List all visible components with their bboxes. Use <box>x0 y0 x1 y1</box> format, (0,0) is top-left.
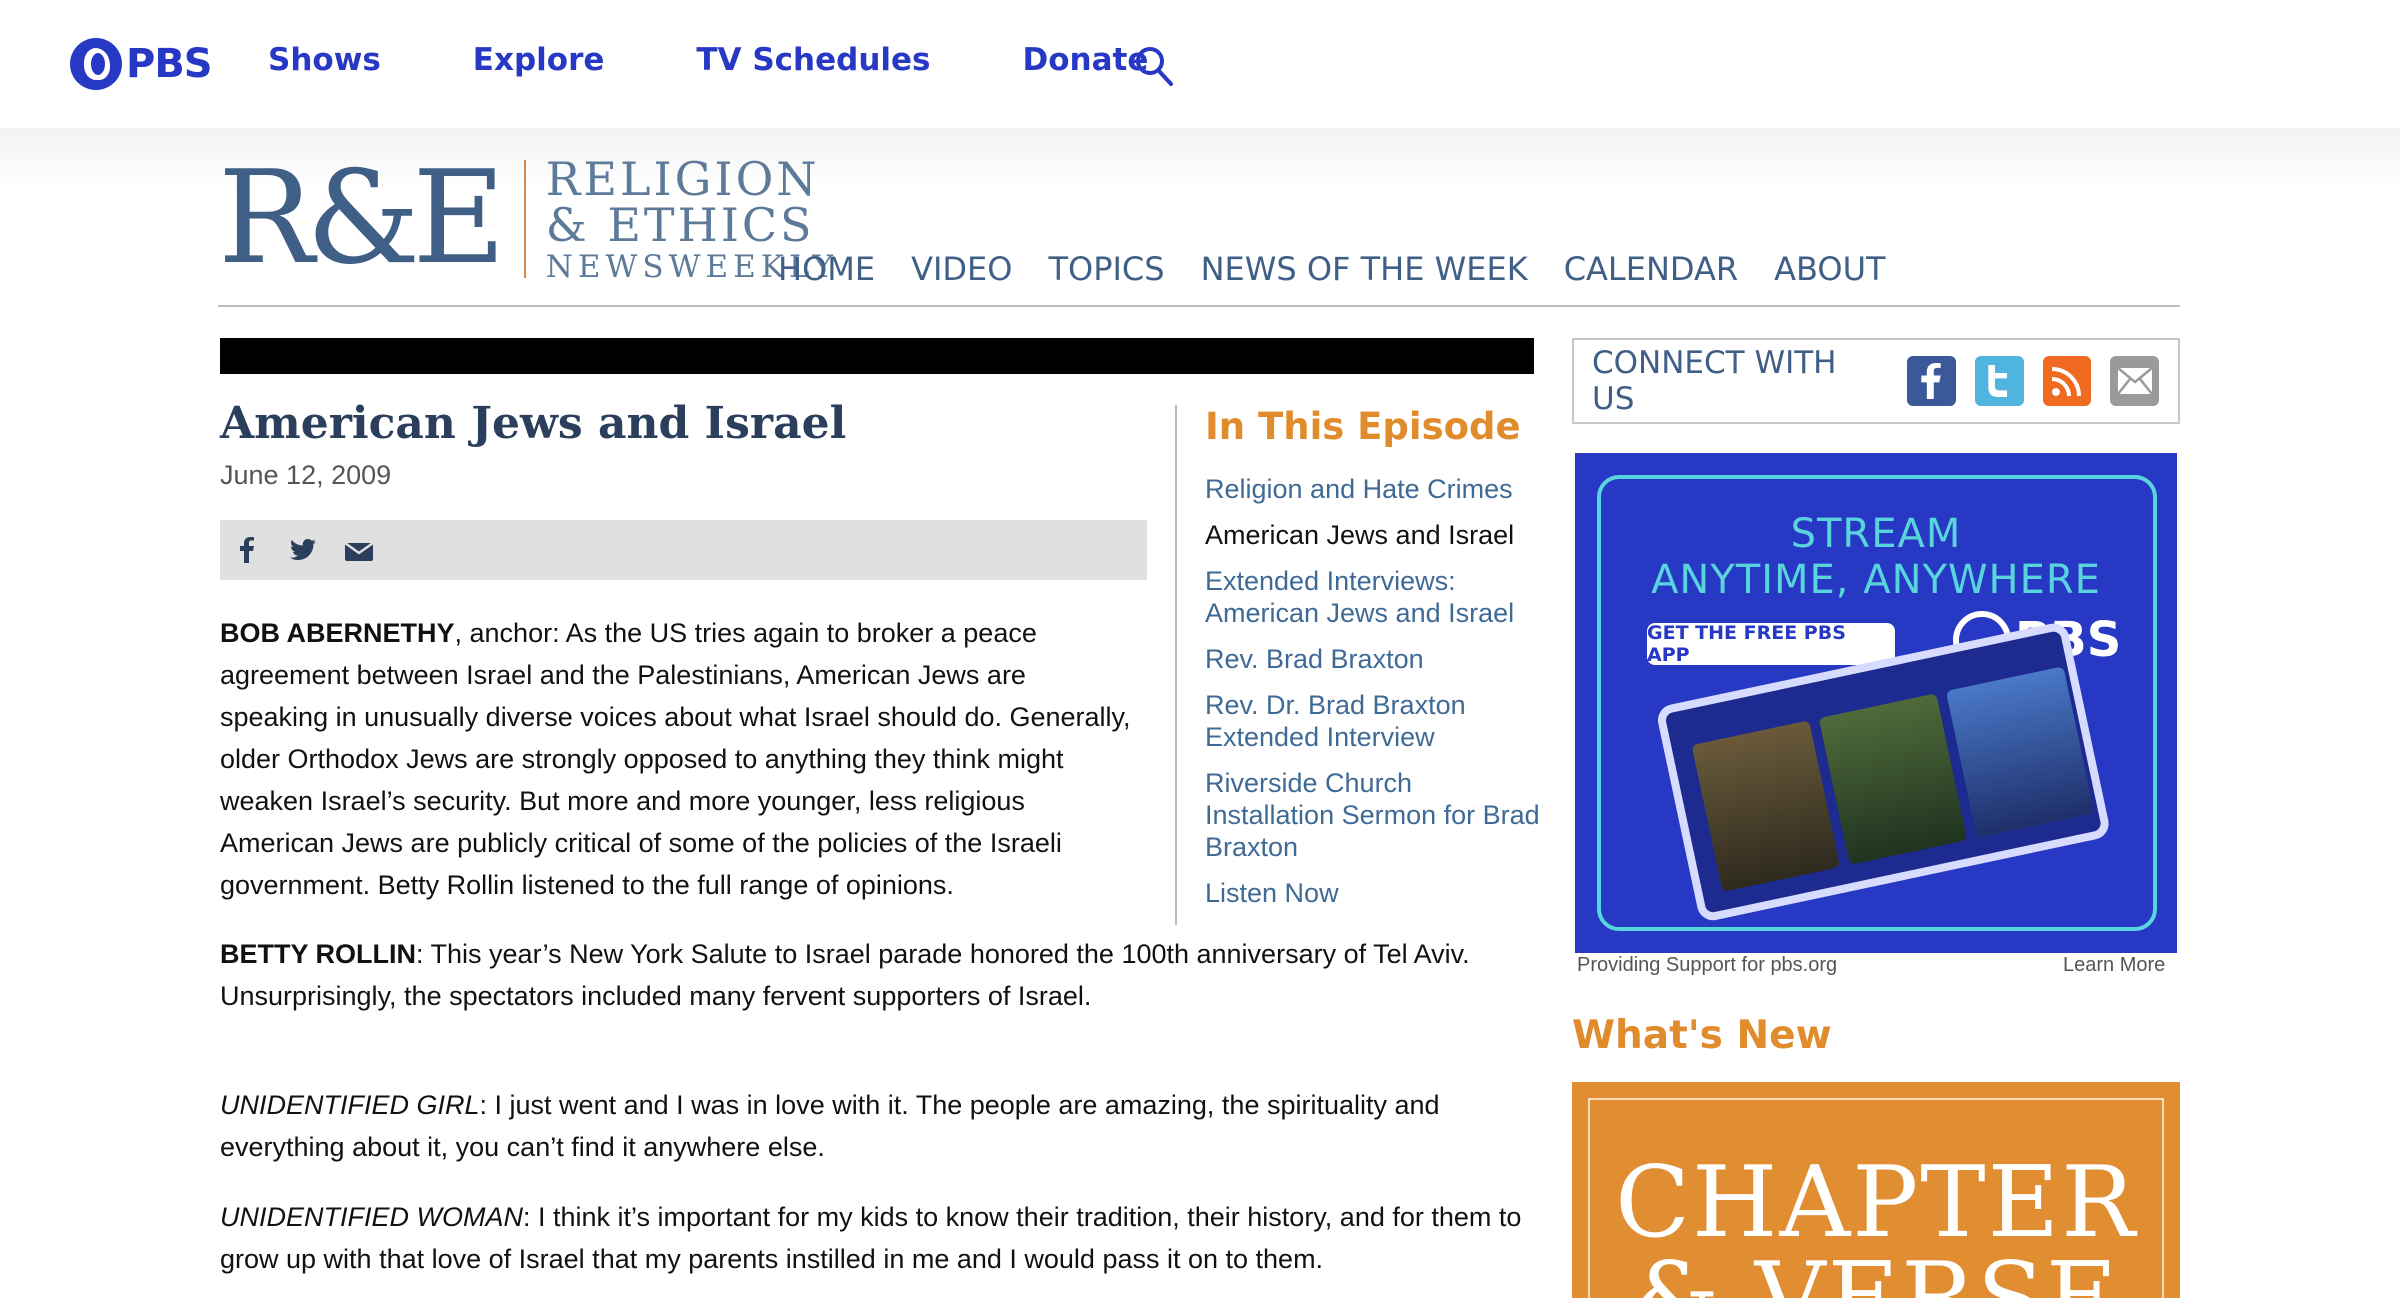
ad-title: STREAM ANYTIME, ANYWHERE <box>1575 511 2177 603</box>
logo-divider <box>523 160 526 278</box>
search-icon[interactable] <box>1134 44 1174 88</box>
episode-link[interactable]: Rev. Brad Braxton <box>1205 643 1545 675</box>
show-thumbnail <box>1945 666 2095 838</box>
nav-donate[interactable]: Donate <box>1023 42 1149 78</box>
facebook-icon[interactable] <box>1907 356 1956 406</box>
re-logo[interactable]: R&E RELIGION & ETHICS NEWSWEEKLY <box>218 155 838 283</box>
email-icon[interactable] <box>344 535 374 565</box>
ad-title-line2: ANYTIME, ANYWHERE <box>1651 557 2101 603</box>
nav-about[interactable]: ABOUT <box>1774 250 1885 288</box>
pbs-logo[interactable]: PBS <box>70 38 213 90</box>
speaker-label: BETTY ROLLIN <box>220 939 417 969</box>
video-bar <box>220 338 1534 374</box>
nav-calendar[interactable]: CALENDAR <box>1564 250 1738 288</box>
show-thumbnail <box>1818 693 1968 865</box>
speaker-label: UNIDENTIFIED GIRL <box>220 1090 480 1120</box>
paragraph-2: BETTY ROLLIN: This year’s New York Salut… <box>220 933 1520 1017</box>
twitter-icon[interactable] <box>1974 356 2024 406</box>
paragraph-4: UNIDENTIFIED WOMAN: I think it’s importa… <box>220 1196 1550 1280</box>
article-date: June 12, 2009 <box>220 460 392 490</box>
twitter-icon[interactable] <box>288 535 318 565</box>
ad-support-text: Providing Support for pbs.org <box>1577 954 1838 976</box>
speaker-label: BOB ABERNETHY <box>220 618 455 648</box>
episode-link[interactable]: Riverside Church Installation Sermon for… <box>1205 767 1545 863</box>
header-divider <box>218 305 2180 307</box>
logo-line-ethics: & ETHICS <box>545 197 815 252</box>
chapter-verse-promo[interactable]: CHAPTER & VERSE <box>1572 1082 2180 1298</box>
episode-list: Religion and Hate Crimes American Jews a… <box>1205 473 1545 923</box>
rss-icon[interactable] <box>2042 356 2092 406</box>
connect-label: CONNECT WITH US <box>1592 345 1837 417</box>
show-thumbnail <box>1691 720 1841 892</box>
promo-title-line2: & VERSE <box>1572 1242 2180 1298</box>
episode-link[interactable]: Rev. Dr. Brad Braxton Extended Interview <box>1205 689 1545 753</box>
get-app-button[interactable]: GET THE FREE PBS APP <box>1647 622 1895 666</box>
pbs-logo-text: PBS <box>126 41 213 87</box>
paragraph-3: UNIDENTIFIED GIRL: I just went and I was… <box>220 1084 1550 1168</box>
re-nav: HOME VIDEO TOPICS NEWS OF THE WEEK CALEN… <box>778 250 1922 288</box>
paragraph-1: BOB ABERNETHY, anchor: As the US tries a… <box>220 612 1140 906</box>
episode-heading: In This Episode <box>1205 405 1521 448</box>
logo-line-religion: RELIGION <box>545 151 820 206</box>
mail-icon[interactable] <box>2110 356 2159 406</box>
facebook-icon[interactable] <box>232 535 262 565</box>
nav-shows[interactable]: Shows <box>268 42 381 78</box>
re-logo-mark: R&E <box>218 144 506 293</box>
episode-link[interactable]: Extended Interviews: American Jews and I… <box>1205 565 1545 629</box>
nav-tv-schedules[interactable]: TV Schedules <box>696 42 930 78</box>
episode-link-current: American Jews and Israel <box>1205 520 1515 550</box>
share-bar <box>220 520 1147 580</box>
episode-link[interactable]: Listen Now <box>1205 877 1545 909</box>
pbs-nav: Shows Explore TV Schedules Donate <box>268 42 1240 78</box>
learn-more-link[interactable]: Learn More <box>2063 954 2165 977</box>
nav-news-of-the-week[interactable]: NEWS OF THE WEEK <box>1201 250 1528 288</box>
pbs-head-icon <box>70 38 122 90</box>
episode-divider <box>1175 405 1177 925</box>
nav-home[interactable]: HOME <box>778 250 875 288</box>
nav-topics[interactable]: TOPICS <box>1048 250 1164 288</box>
connect-box: CONNECT WITH US <box>1572 338 2180 424</box>
episode-link[interactable]: Religion and Hate Crimes <box>1205 473 1545 505</box>
nav-explore[interactable]: Explore <box>473 42 605 78</box>
paragraph-text: , anchor: As the US tries again to broke… <box>220 618 1131 900</box>
pbs-app-ad[interactable]: STREAM ANYTIME, ANYWHERE GET THE FREE PB… <box>1575 453 2177 953</box>
speaker-label: UNIDENTIFIED WOMAN <box>220 1202 523 1232</box>
whats-new-heading: What's New <box>1572 1013 1832 1058</box>
ad-title-line1: STREAM <box>1790 511 1962 557</box>
article-title: American Jews and Israel <box>220 398 847 449</box>
nav-video[interactable]: VIDEO <box>911 250 1012 288</box>
pbs-header: PBS Shows Explore TV Schedules Donate <box>0 0 2400 128</box>
